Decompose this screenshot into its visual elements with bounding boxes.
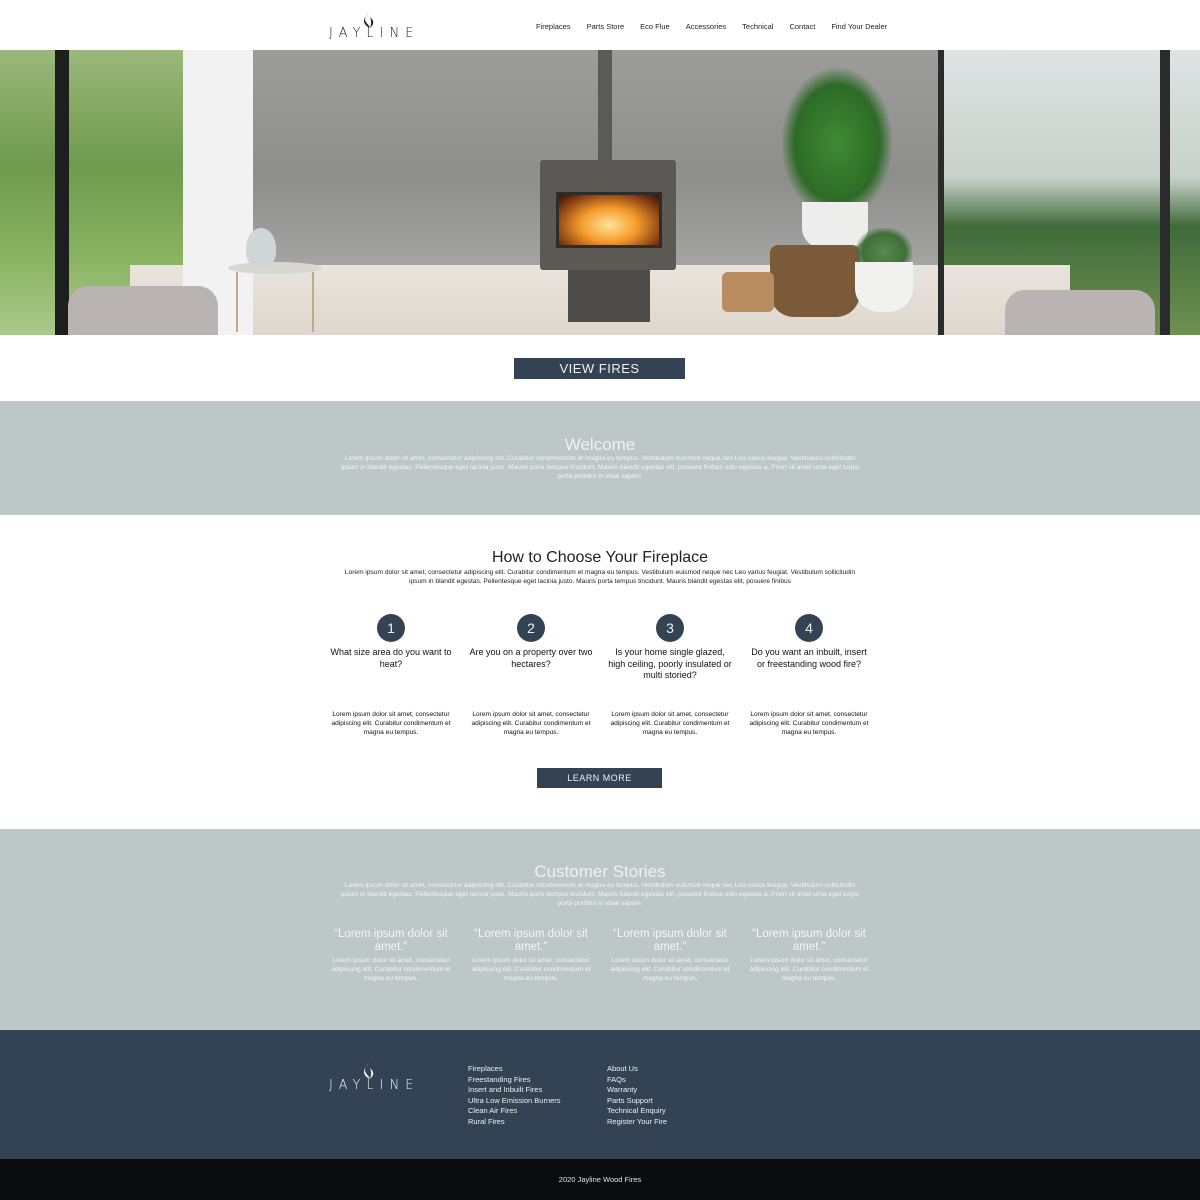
step-description: Lorem ipsum dolor sit amet, consectetur … [749, 711, 869, 736]
step-3: 3 Is your home single glazed, high ceili… [607, 614, 733, 736]
firewood-logs [722, 272, 774, 312]
succulent-pot [855, 262, 913, 312]
footer-link-ultra-low-emission[interactable]: Ultra Low Emission Burners [468, 1096, 561, 1107]
footer-logo-wordmark: JAYLINE [329, 1078, 420, 1093]
step-2: 2 Are you on a property over two hectare… [468, 614, 594, 736]
step-number-badge: 1 [377, 614, 405, 642]
glass-vase [246, 228, 276, 268]
story-text: Lorem ipsum dolor sit amet, consectetur … [471, 957, 591, 982]
footer-products-links: Fireplaces Freestanding Fires Insert and… [468, 1064, 561, 1127]
stories-text: Lorem ipsum dolor sit amet, consectetur … [340, 882, 860, 907]
footer-link-clean-air-fires[interactable]: Clean Air Fires [468, 1106, 561, 1117]
nav-find-your-dealer[interactable]: Find Your Dealer [831, 22, 887, 31]
footer-link-parts-support[interactable]: Parts Support [607, 1096, 667, 1107]
step-question: Do you want an inbuilt, insert or freest… [751, 647, 867, 669]
welcome-section: Welcome Lorem ipsum dolor sit amet, cons… [0, 401, 1200, 515]
learn-more-button[interactable]: LEARN MORE [537, 768, 662, 788]
step-question: Is your home single glazed, high ceiling… [608, 647, 732, 680]
story-card: “Lorem ipsum dolor sit amet.” Lorem ipsu… [746, 928, 872, 983]
potted-plant [782, 68, 892, 218]
story-text: Lorem ipsum dolor sit amet, consectetur … [749, 957, 869, 982]
footer-link-insert-inbuilt-fires[interactable]: Insert and Inbuilt Fires [468, 1085, 561, 1096]
site-header: JAYLINE Fireplaces Parts Store Eco Flue … [0, 0, 1200, 50]
wood-stove [540, 160, 676, 270]
side-table [228, 262, 322, 274]
step-description: Lorem ipsum dolor sit amet, consectetur … [471, 711, 591, 736]
stories-title: Customer Stories [534, 862, 666, 881]
footer-logo[interactable]: JAYLINE [329, 1063, 425, 1093]
welcome-title: Welcome [564, 435, 636, 454]
window-frame-right [938, 50, 944, 335]
story-card: “Lorem ipsum dolor sit amet.” Lorem ipsu… [328, 928, 454, 983]
customer-stories-section: Customer Stories Lorem ipsum dolor sit a… [0, 829, 1200, 1030]
copyright-text: 2020 Jayline Wood Fires [558, 1175, 642, 1184]
site-footer: JAYLINE Fireplaces Freestanding Fires In… [0, 1030, 1200, 1159]
hero-image [0, 50, 1200, 335]
footer-link-faqs[interactable]: FAQs [607, 1075, 667, 1086]
side-table-legs [236, 272, 314, 332]
step-number-badge: 4 [795, 614, 823, 642]
stove-pedestal [568, 270, 650, 322]
story-text: Lorem ipsum dolor sit amet, consectetur … [331, 957, 451, 982]
nav-accessories[interactable]: Accessories [686, 22, 726, 31]
nav-eco-flue[interactable]: Eco Flue [640, 22, 670, 31]
main-nav: Fireplaces Parts Store Eco Flue Accessor… [536, 22, 887, 31]
armchair-right [1005, 290, 1155, 335]
footer-link-technical-enquiry[interactable]: Technical Enquiry [607, 1106, 667, 1117]
firewood-basket [770, 245, 860, 317]
step-number-badge: 2 [517, 614, 545, 642]
story-quote: “Lorem ipsum dolor sit amet.” [752, 928, 866, 953]
nav-technical[interactable]: Technical [742, 22, 773, 31]
footer-info-links: About Us FAQs Warranty Parts Support Tec… [607, 1064, 667, 1127]
choose-text: Lorem ipsum dolor sit amet, consectetur … [344, 569, 856, 585]
window-frame-left [55, 50, 69, 335]
copyright-bar: 2020 Jayline Wood Fires [0, 1159, 1200, 1200]
story-quote: “Lorem ipsum dolor sit amet.” [613, 928, 727, 953]
welcome-text: Lorem ipsum dolor sit amet, consectetur … [340, 455, 860, 480]
step-number-badge: 3 [656, 614, 684, 642]
footer-link-register-your-fire[interactable]: Register Your Fire [607, 1117, 667, 1128]
step-description: Lorem ipsum dolor sit amet, consectetur … [610, 711, 730, 736]
nav-parts-store[interactable]: Parts Store [587, 22, 625, 31]
logo-wordmark: JAYLINE [329, 26, 420, 41]
choose-title: How to Choose Your Fireplace [491, 549, 709, 566]
nav-fireplaces[interactable]: Fireplaces [536, 22, 571, 31]
footer-link-warranty[interactable]: Warranty [607, 1085, 667, 1096]
story-quote: “Lorem ipsum dolor sit amet.” [334, 928, 448, 953]
flame-icon [364, 1063, 374, 1079]
window-frame-far-right [1160, 50, 1170, 335]
story-card: “Lorem ipsum dolor sit amet.” Lorem ipsu… [607, 928, 733, 983]
step-description: Lorem ipsum dolor sit amet, consectetur … [331, 711, 451, 736]
story-card: “Lorem ipsum dolor sit amet.” Lorem ipsu… [468, 928, 594, 983]
jayline-logo[interactable]: JAYLINE [329, 12, 425, 41]
nav-contact[interactable]: Contact [789, 22, 815, 31]
footer-link-fireplaces[interactable]: Fireplaces [468, 1064, 561, 1075]
armchair-left [68, 286, 218, 335]
footer-link-about-us[interactable]: About Us [607, 1064, 667, 1075]
footer-link-rural-fires[interactable]: Rural Fires [468, 1117, 561, 1128]
stove-fire-glass [556, 192, 662, 248]
step-1: 1 What size area do you want to heat? Lo… [328, 614, 454, 736]
footer-link-freestanding-fires[interactable]: Freestanding Fires [468, 1075, 561, 1086]
step-4: 4 Do you want an inbuilt, insert or free… [746, 614, 872, 736]
step-question: What size area do you want to heat? [330, 647, 452, 669]
stove-flue [598, 50, 612, 162]
view-fires-button[interactable]: VIEW FIRES [514, 358, 685, 379]
step-question: Are you on a property over two hectares? [469, 647, 593, 669]
story-quote: “Lorem ipsum dolor sit amet.” [474, 928, 588, 953]
story-text: Lorem ipsum dolor sit amet, consectetur … [610, 957, 730, 982]
